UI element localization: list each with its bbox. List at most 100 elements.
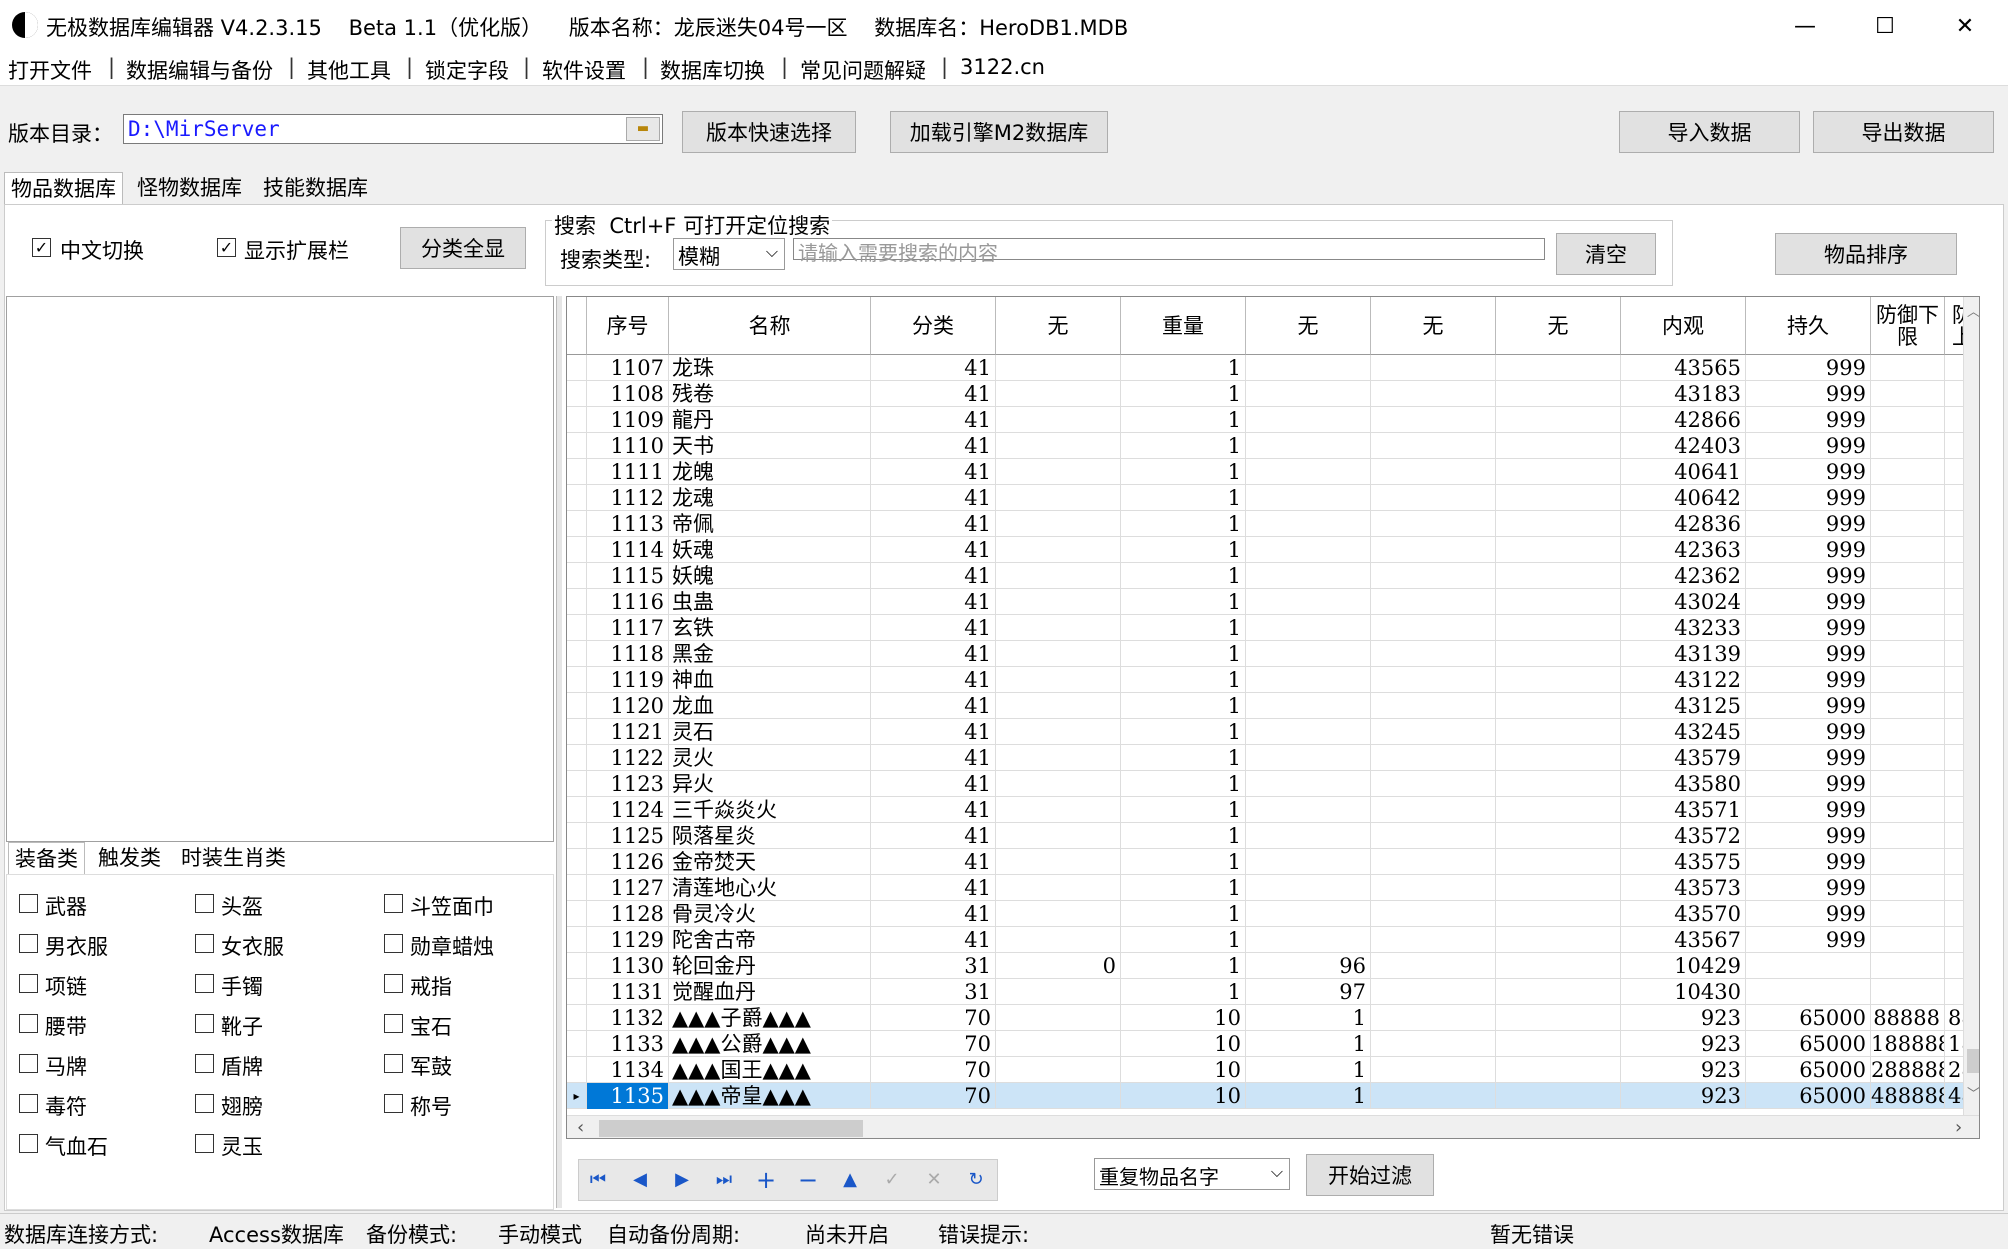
- nav-last-icon[interactable]: ⏭: [704, 1163, 744, 1197]
- horizontal-scrollbar[interactable]: ‹ ›: [567, 1115, 1979, 1138]
- table-cell[interactable]: 轮回金丹: [669, 953, 871, 979]
- table-cell[interactable]: 1113: [587, 511, 669, 537]
- close-icon[interactable]: ✕: [1922, 0, 2008, 52]
- table-cell[interactable]: [1496, 797, 1621, 823]
- table-row[interactable]: 1133▲▲▲公爵▲▲▲70101923650001888881888: [567, 1031, 1979, 1057]
- table-cell[interactable]: [1496, 693, 1621, 719]
- table-cell[interactable]: 0: [996, 953, 1121, 979]
- table-cell[interactable]: 999: [1746, 355, 1871, 381]
- column-header[interactable]: 内观: [1621, 297, 1746, 355]
- table-cell[interactable]: 清莲地心火: [669, 875, 871, 901]
- table-cell[interactable]: 43570: [1621, 901, 1746, 927]
- tab-trigger[interactable]: 触发类: [92, 842, 167, 874]
- table-cell[interactable]: 1132: [587, 1005, 669, 1031]
- table-cell[interactable]: 41: [871, 615, 996, 641]
- table-row[interactable]: 1122 灵火 41 1 43579 999: [567, 745, 1979, 771]
- table-cell[interactable]: [1871, 953, 1945, 979]
- table-cell[interactable]: [1246, 485, 1371, 511]
- scroll-down-icon[interactable]: ﹀: [1967, 1083, 1979, 1102]
- table-cell[interactable]: 觉醒血丹: [669, 979, 871, 1005]
- menu-website[interactable]: 3122.cn: [960, 55, 1045, 79]
- menu-open-file[interactable]: 打开文件: [8, 55, 92, 85]
- table-cell[interactable]: [1246, 875, 1371, 901]
- category-checkbox[interactable]: [19, 1014, 38, 1033]
- table-cell[interactable]: [996, 849, 1121, 875]
- table-row[interactable]: 1126 金帝焚天 41 1 43575 999: [567, 849, 1979, 875]
- table-cell[interactable]: 1129: [587, 927, 669, 953]
- table-cell[interactable]: 1: [1121, 537, 1246, 563]
- table-cell[interactable]: 10: [1121, 1005, 1246, 1031]
- table-cell[interactable]: 31: [871, 979, 996, 1005]
- table-row[interactable]: 1128 骨灵冷火 41 1 43570 999: [567, 901, 1979, 927]
- table-cell[interactable]: [1246, 459, 1371, 485]
- table-cell[interactable]: [1871, 615, 1945, 641]
- table-cell[interactable]: 70: [871, 1031, 996, 1057]
- table-cell[interactable]: 龙珠: [669, 355, 871, 381]
- table-cell[interactable]: 龙魂: [669, 485, 871, 511]
- table-cell[interactable]: 龙魄: [669, 459, 871, 485]
- scroll-left-icon[interactable]: ‹: [577, 1117, 584, 1138]
- table-cell[interactable]: 41: [871, 927, 996, 953]
- table-cell[interactable]: [1371, 615, 1496, 641]
- table-cell[interactable]: [996, 745, 1121, 771]
- table-cell[interactable]: 1: [1121, 927, 1246, 953]
- table-cell[interactable]: 923: [1621, 1031, 1746, 1057]
- table-cell[interactable]: 1: [1121, 407, 1246, 433]
- table-cell[interactable]: [996, 381, 1121, 407]
- table-cell[interactable]: 10: [1121, 1083, 1246, 1109]
- sort-items-button[interactable]: 物品排序: [1775, 233, 1957, 275]
- table-cell[interactable]: 1: [1121, 953, 1246, 979]
- table-cell[interactable]: [1746, 979, 1871, 1005]
- table-cell[interactable]: 三千焱炎火: [669, 797, 871, 823]
- table-cell[interactable]: [1246, 381, 1371, 407]
- table-cell[interactable]: [1871, 511, 1945, 537]
- table-cell[interactable]: 1121: [587, 719, 669, 745]
- table-cell[interactable]: 1123: [587, 771, 669, 797]
- table-cell[interactable]: 65000: [1746, 1083, 1871, 1109]
- table-cell[interactable]: 65000: [1746, 1031, 1871, 1057]
- nav-first-icon[interactable]: ⏮: [578, 1163, 618, 1197]
- table-cell[interactable]: 999: [1746, 511, 1871, 537]
- table-cell[interactable]: 异火: [669, 771, 871, 797]
- table-cell[interactable]: 41: [871, 537, 996, 563]
- table-cell[interactable]: 10430: [1621, 979, 1746, 1005]
- table-cell[interactable]: [1246, 771, 1371, 797]
- table-row[interactable]: 1117 玄铁 41 1 43233 999: [567, 615, 1979, 641]
- table-cell[interactable]: 1: [1121, 511, 1246, 537]
- category-checkbox[interactable]: [195, 1054, 214, 1073]
- table-cell[interactable]: 65000: [1746, 1057, 1871, 1083]
- column-header[interactable]: 无: [996, 297, 1121, 355]
- table-cell[interactable]: 999: [1746, 745, 1871, 771]
- table-cell[interactable]: [1371, 641, 1496, 667]
- menu-lock-fields[interactable]: 锁定字段: [425, 55, 509, 85]
- table-cell[interactable]: [1371, 901, 1496, 927]
- table-cell[interactable]: 1: [1246, 1083, 1371, 1109]
- table-cell[interactable]: 41: [871, 355, 996, 381]
- table-cell[interactable]: 龙血: [669, 693, 871, 719]
- table-cell[interactable]: 1130: [587, 953, 669, 979]
- table-cell[interactable]: 42866: [1621, 407, 1746, 433]
- category-checkbox[interactable]: [19, 1054, 38, 1073]
- category-checkbox[interactable]: [19, 974, 38, 993]
- table-cell[interactable]: 神血: [669, 667, 871, 693]
- table-cell[interactable]: [1496, 485, 1621, 511]
- table-cell[interactable]: [1871, 823, 1945, 849]
- table-cell[interactable]: [1496, 1083, 1621, 1109]
- table-cell[interactable]: [996, 511, 1121, 537]
- table-cell[interactable]: 43579: [1621, 745, 1746, 771]
- table-cell[interactable]: 41: [871, 589, 996, 615]
- table-cell[interactable]: 1108: [587, 381, 669, 407]
- category-checkbox[interactable]: [384, 1014, 403, 1033]
- table-cell[interactable]: 41: [871, 407, 996, 433]
- table-cell[interactable]: 1107: [587, 355, 669, 381]
- table-cell[interactable]: 残卷: [669, 381, 871, 407]
- table-cell[interactable]: [1871, 485, 1945, 511]
- table-row[interactable]: 1110 天书 41 1 42403 999: [567, 433, 1979, 459]
- table-cell[interactable]: [1371, 719, 1496, 745]
- table-cell[interactable]: [1496, 641, 1621, 667]
- table-cell[interactable]: 41: [871, 771, 996, 797]
- table-cell[interactable]: 999: [1746, 667, 1871, 693]
- category-checkbox[interactable]: [19, 894, 38, 913]
- table-cell[interactable]: ▲▲▲子爵▲▲▲: [669, 1005, 871, 1031]
- table-row[interactable]: 1116 虫蛊 41 1 43024 999: [567, 589, 1979, 615]
